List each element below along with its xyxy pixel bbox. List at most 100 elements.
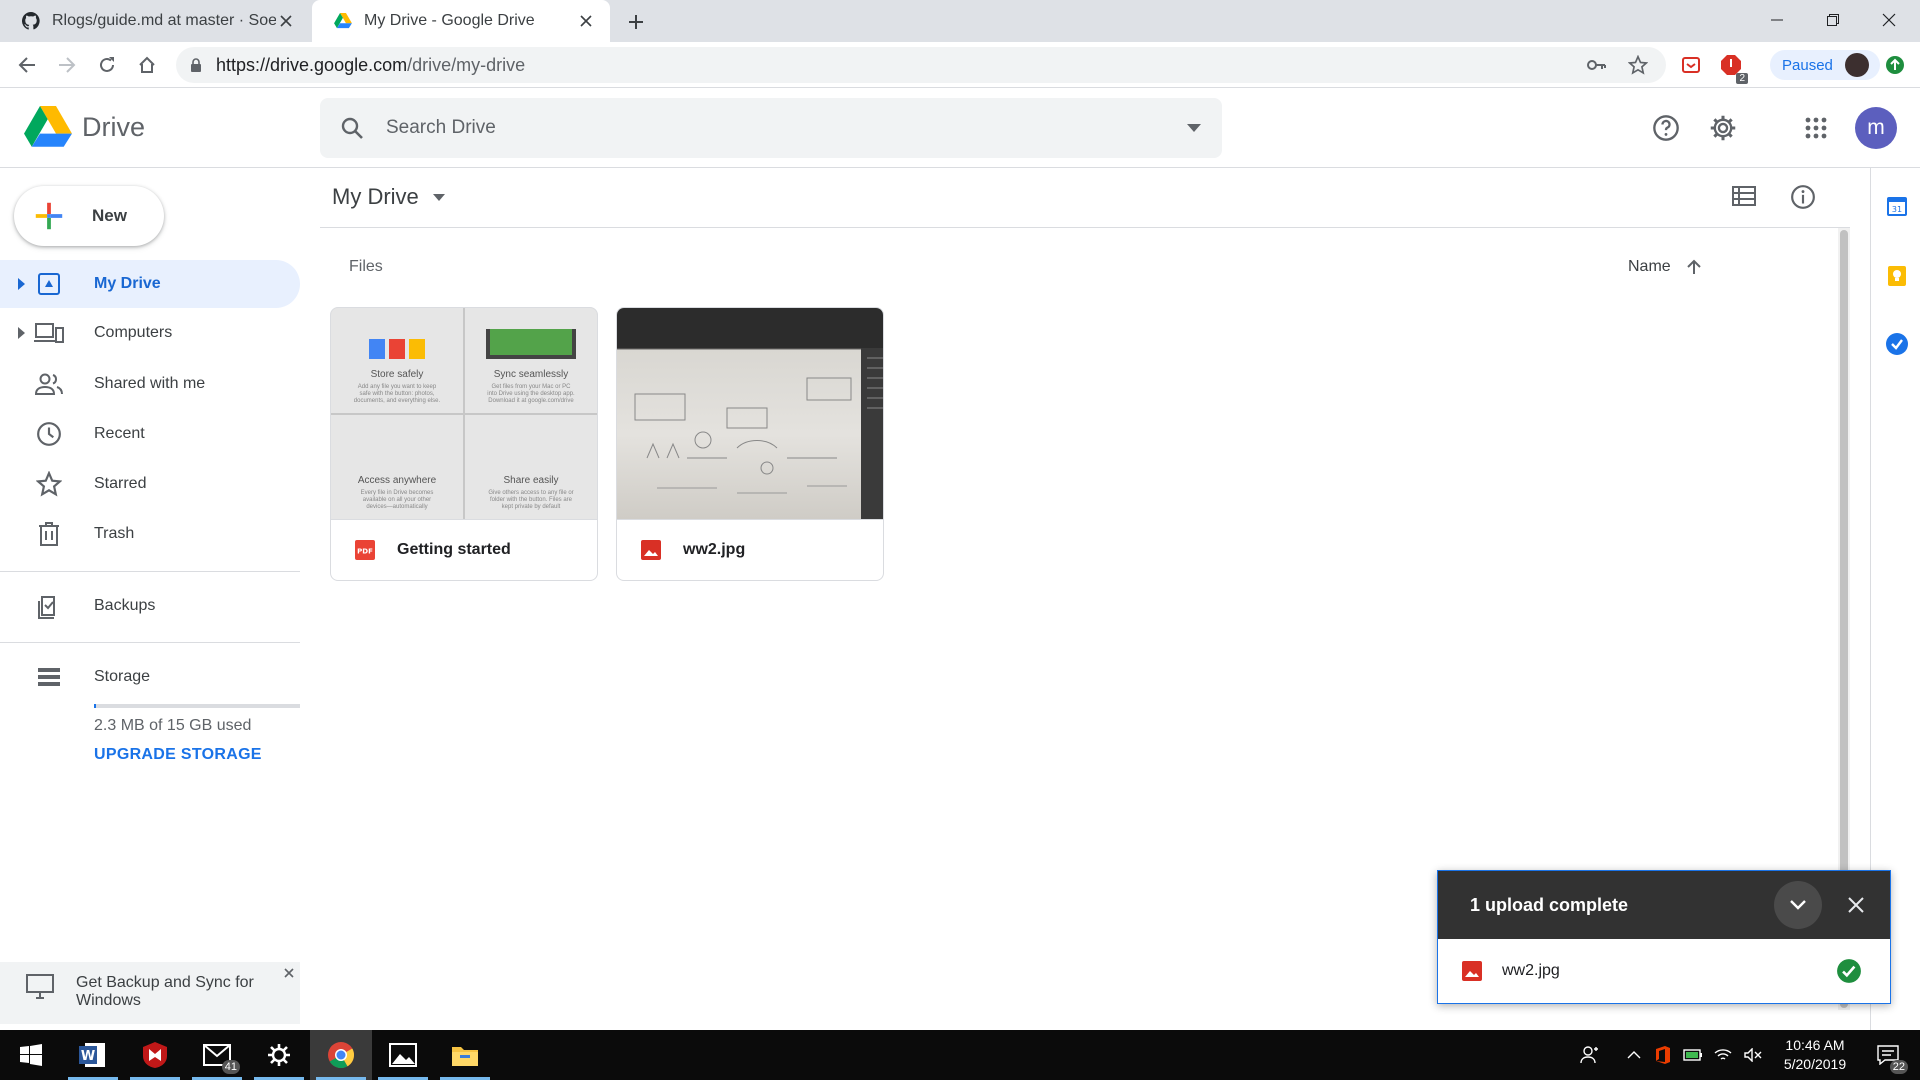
storage-icon <box>34 667 64 687</box>
wifi-icon[interactable] <box>1713 1045 1733 1065</box>
taskbar-mail[interactable]: 41 <box>186 1030 248 1080</box>
extension-adblock-icon[interactable]: 2 <box>1716 50 1748 84</box>
thumb-cell-text: Give others access to any file or folder… <box>488 490 574 510</box>
thumb-cell-title: Sync seamlessly <box>493 368 569 380</box>
windows-logo-icon <box>20 1044 42 1066</box>
promo-text: Get Backup and Sync for Windows <box>76 974 254 1009</box>
backup-sync-promo[interactable]: Get Backup and Sync for Windows <box>0 962 300 1024</box>
address-bar[interactable]: https://drive.google.com/drive/my-drive <box>176 47 1666 83</box>
sidebar-item-storage[interactable]: Storage <box>0 653 300 701</box>
sort-by-name-button[interactable]: Name <box>1628 258 1701 276</box>
tasks-icon[interactable] <box>1885 332 1909 356</box>
photos-icon <box>389 1043 417 1067</box>
extension-pocket-icon[interactable] <box>1676 50 1706 80</box>
minimize-window-button[interactable] <box>1749 0 1805 40</box>
search-input[interactable]: Search Drive <box>386 117 1166 139</box>
close-window-button[interactable] <box>1861 0 1917 40</box>
close-promo-icon[interactable] <box>284 968 294 978</box>
collapse-toast-button[interactable] <box>1774 881 1822 929</box>
upload-item[interactable]: ww2.jpg <box>1438 939 1890 1003</box>
new-tab-button[interactable] <box>622 8 650 36</box>
pdf-icon: PDF <box>355 540 375 560</box>
close-tab-icon[interactable] <box>576 11 596 31</box>
taskbar-photos[interactable] <box>372 1030 434 1080</box>
list-view-button[interactable] <box>1732 186 1756 206</box>
sidebar-item-backups[interactable]: Backups <box>0 582 300 630</box>
taskbar-settings[interactable] <box>248 1030 310 1080</box>
profile-paused-button[interactable]: Paused <box>1770 50 1880 80</box>
browser-tab-drive[interactable]: My Drive - Google Drive <box>312 0 610 42</box>
main-title-row: My Drive <box>320 168 1850 228</box>
account-avatar[interactable]: m <box>1855 107 1897 149</box>
restore-window-button[interactable] <box>1805 0 1861 40</box>
new-button[interactable]: New <box>14 186 164 246</box>
keep-icon[interactable] <box>1885 264 1909 288</box>
sidebar-item-starred[interactable]: Starred <box>0 460 300 508</box>
file-card-getting-started[interactable]: Store safely Add any file you want to ke… <box>330 307 598 581</box>
close-toast-button[interactable] <box>1836 885 1876 925</box>
reload-icon <box>100 57 114 72</box>
thumb-cell-title: Access anywhere <box>357 475 437 486</box>
bookmark-star-icon[interactable] <box>1628 55 1648 75</box>
profile-avatar <box>1844 53 1869 77</box>
taskbar-file-explorer[interactable] <box>434 1030 496 1080</box>
files-section-label: Files <box>349 258 383 275</box>
sidebar-item-label: Recent <box>94 425 145 442</box>
help-button[interactable] <box>1646 108 1686 148</box>
close-tab-icon[interactable] <box>276 11 296 31</box>
check-circle-icon <box>1836 958 1862 984</box>
search-icon[interactable] <box>340 116 364 140</box>
close-icon <box>1848 897 1864 913</box>
sidebar-item-recent[interactable]: Recent <box>0 410 300 458</box>
details-info-button[interactable] <box>1790 184 1816 210</box>
start-button[interactable] <box>0 1030 62 1080</box>
sidebar-item-label: Shared with me <box>94 375 206 392</box>
windows-taskbar: W 41 10:46 AM 5/20/2019 22 <box>0 1030 1920 1080</box>
apps-button[interactable] <box>1796 108 1836 148</box>
calendar-icon[interactable]: 31 <box>1885 194 1909 218</box>
people-icon[interactable] <box>1580 1045 1600 1065</box>
chrome-icon <box>328 1042 355 1069</box>
browser-toolbar: https://drive.google.com/drive/my-drive … <box>0 42 1920 88</box>
sidebar-item-label: My Drive <box>94 275 161 292</box>
update-icon[interactable] <box>1880 50 1910 80</box>
forward-arrow-icon <box>59 57 76 73</box>
taskbar-mcafee[interactable] <box>124 1030 186 1080</box>
expand-caret-icon[interactable] <box>12 278 30 290</box>
expand-caret-icon[interactable] <box>12 327 30 339</box>
drive-logo[interactable]: Drive <box>24 106 145 149</box>
sidebar-item-computers[interactable]: Computers <box>0 309 300 357</box>
clock-icon <box>34 421 64 447</box>
forward-button[interactable] <box>52 50 82 80</box>
taskbar-word[interactable]: W <box>62 1030 124 1080</box>
office-icon[interactable] <box>1653 1045 1673 1065</box>
sidebar-item-trash[interactable]: Trash <box>0 510 300 558</box>
battery-icon[interactable] <box>1683 1045 1703 1065</box>
home-button[interactable] <box>132 50 162 80</box>
backups-icon <box>34 593 64 619</box>
search-bar[interactable]: Search Drive <box>320 98 1222 158</box>
browser-tab-github[interactable]: Rlogs/guide.md at master · Soeu <box>0 0 310 42</box>
taskbar-clock[interactable]: 10:46 AM 5/20/2019 <box>1770 1036 1860 1074</box>
upgrade-storage-link[interactable]: UPGRADE STORAGE <box>94 746 262 764</box>
my-drive-title-button[interactable]: My Drive <box>332 184 445 210</box>
sidebar-item-my-drive[interactable]: My Drive <box>0 260 300 308</box>
volume-muted-icon[interactable] <box>1743 1045 1763 1065</box>
file-card-ww2-jpg[interactable]: ww2.jpg <box>616 307 884 581</box>
taskbar-chrome[interactable] <box>310 1030 372 1080</box>
key-icon[interactable] <box>1586 56 1606 74</box>
sidebar-item-label: Computers <box>94 324 173 341</box>
search-options-dropdown-icon[interactable] <box>1166 124 1222 132</box>
computers-icon <box>34 322 64 344</box>
show-hidden-icons-chevron-up-icon[interactable] <box>1624 1045 1644 1065</box>
thumb-cell-title: Store safely <box>370 368 424 380</box>
reload-button[interactable] <box>92 50 122 80</box>
back-button[interactable] <box>12 50 42 80</box>
settings-button[interactable] <box>1703 108 1743 148</box>
arrow-up-icon[interactable] <box>1686 259 1701 275</box>
sidebar-item-shared[interactable]: Shared with me <box>0 360 300 408</box>
thumb-cell-text: Add any file you want to keep safe with … <box>353 383 441 404</box>
action-center-button[interactable]: 22 <box>1868 1040 1908 1074</box>
drive-favicon-icon <box>334 13 352 29</box>
shield-icon <box>143 1042 167 1068</box>
